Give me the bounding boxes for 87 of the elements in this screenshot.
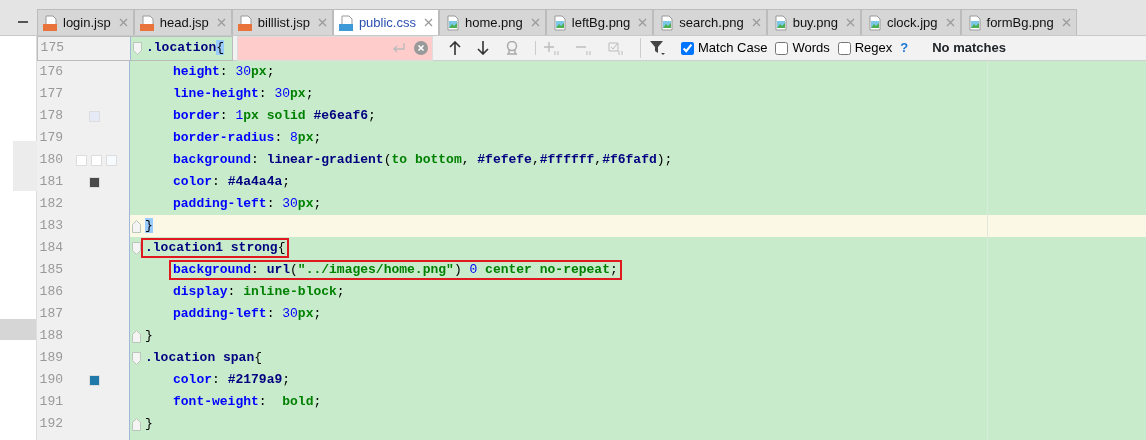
down-arrow-icon[interactable] [477, 41, 489, 55]
code-line: font-weight: bold; [172, 393, 323, 411]
editor-tab[interactable]: search.png [653, 9, 767, 35]
code-line: background: linear-gradient(to bottom, #fefefe,#ffffff,#f6fafd); [172, 151, 674, 169]
file-icon [139, 14, 156, 31]
file-icon [237, 14, 254, 31]
checkbox[interactable] [681, 41, 694, 55]
close-icon[interactable] [945, 18, 955, 27]
code-line: border: 1px solid #e6eaf6; [172, 107, 377, 125]
close-icon[interactable] [638, 18, 648, 27]
close-icon[interactable] [423, 18, 433, 27]
code-line: } [144, 327, 154, 345]
fold-icon [132, 329, 141, 343]
code-line: .location{ [145, 39, 226, 57]
code-line: } [144, 415, 154, 433]
image-file-icon [772, 14, 789, 31]
close-icon[interactable] [845, 18, 855, 27]
close-icon[interactable] [1061, 18, 1071, 27]
editor-tab[interactable]: head.jsp [133, 9, 232, 35]
fold-icon [132, 351, 141, 365]
editor-tab[interactable]: formBg.png [960, 9, 1077, 35]
checkbox[interactable] [775, 41, 789, 55]
code-line: border-radius: 8px; [172, 129, 323, 147]
code-line: height: 30px; [172, 63, 276, 81]
enter-icon [392, 42, 406, 54]
checkbox-label: Match Case [698, 39, 768, 58]
line-number: 180 [38, 151, 63, 170]
fold-icon [132, 241, 141, 255]
code-line: display: inline-block; [172, 283, 346, 301]
checkbox-label: Regex [854, 39, 893, 58]
fold-icon [132, 219, 141, 233]
checkbox[interactable] [837, 41, 851, 55]
find-all-icon[interactable] [505, 41, 519, 55]
file-icon [338, 14, 355, 31]
close-icon[interactable] [530, 18, 540, 27]
checkbox-label: Words [792, 39, 830, 58]
editor-tab[interactable]: leftBg.png [545, 9, 654, 35]
editor-tab[interactable]: login.jsp [37, 9, 134, 35]
line-number: 184 [38, 239, 63, 258]
editor-tab[interactable]: billlist.jsp [231, 9, 333, 35]
image-file-icon [659, 14, 676, 31]
code-line: color: #2179a9; [172, 371, 292, 389]
code-line: padding-left: 30px; [172, 195, 323, 213]
search-status: No matches [932, 39, 1006, 58]
editor-tab[interactable]: home.png [438, 9, 546, 35]
help-link[interactable]: ? [900, 38, 909, 58]
image-file-icon [866, 14, 883, 31]
line-number: 187 [38, 305, 63, 324]
code-line: line-height: 30px; [172, 85, 315, 103]
search-field[interactable] [237, 35, 433, 61]
line-number: 179 [38, 129, 63, 148]
line-number: 189 [38, 349, 63, 368]
close-icon[interactable] [751, 18, 761, 27]
code-line: .location span{ [144, 349, 264, 367]
clear-icon[interactable] [414, 41, 428, 55]
fold-icon [133, 41, 142, 55]
line-number: 176 [38, 63, 63, 82]
filter-icon[interactable] [649, 40, 665, 56]
editor-tab[interactable]: buy.png [766, 9, 861, 35]
select-all-icon[interactable] [608, 41, 624, 55]
line-number: 175 [39, 39, 64, 58]
line-number: 177 [38, 85, 63, 104]
line-number: 185 [38, 261, 63, 280]
line-number: 190 [38, 371, 63, 390]
add-selection-icon[interactable] [544, 41, 560, 55]
editor-tab[interactable]: clock.jpg [860, 9, 961, 35]
minimize-icon[interactable] [18, 21, 28, 23]
line-number: 178 [38, 107, 63, 126]
close-icon[interactable] [118, 18, 128, 27]
code-line: color: #4a4a4a; [172, 173, 292, 191]
line-number: 188 [38, 327, 63, 346]
line-number: 182 [38, 195, 63, 214]
editor-tab[interactable]: public.css [332, 9, 439, 35]
close-icon[interactable] [216, 18, 226, 27]
up-arrow-icon[interactable] [449, 41, 461, 55]
line-number: 186 [38, 283, 63, 302]
image-file-icon [551, 14, 568, 31]
file-icon [43, 14, 59, 31]
image-file-icon [966, 14, 983, 31]
line-number: 191 [38, 393, 63, 412]
fold-icon [132, 417, 141, 431]
image-file-icon [444, 14, 461, 31]
line-number: 183 [38, 217, 63, 236]
code-line: padding-left: 30px; [172, 305, 323, 323]
line-number: 192 [38, 415, 63, 434]
line-number: 181 [38, 173, 63, 192]
close-icon[interactable] [317, 18, 327, 27]
